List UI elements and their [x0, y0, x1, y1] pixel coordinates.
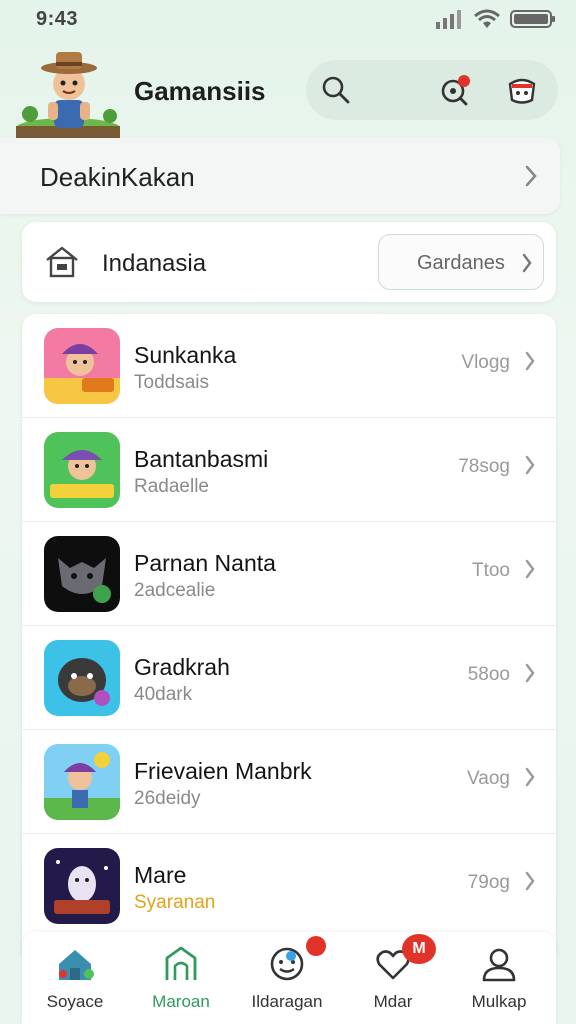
- notification-badge-dot: [306, 936, 326, 956]
- region-select-button[interactable]: Gardanes: [378, 234, 544, 290]
- search-icon: [322, 76, 350, 104]
- chevron-right-icon: [525, 165, 537, 187]
- game-size: Vaog: [467, 768, 510, 789]
- wifi-icon: [474, 9, 500, 28]
- game-subtitle: 2adcealie: [134, 580, 216, 601]
- game-subtitle: Syaranan: [134, 892, 216, 913]
- avatar[interactable]: [14, 46, 122, 138]
- game-subtitle: Toddsais: [134, 372, 209, 393]
- nav-label: Mdar: [373, 992, 413, 1011]
- search-button[interactable]: [316, 70, 356, 110]
- app-title: Gamansiis: [134, 76, 266, 106]
- game-thumbnail-icon: [44, 432, 120, 508]
- chevron-right-icon: [525, 559, 535, 579]
- game-list-item[interactable]: Mare Syaranan 79og: [22, 834, 556, 938]
- chevron-right-icon: [525, 767, 535, 787]
- status-time: 9:43: [36, 8, 79, 30]
- farmer-mascot-icon: [16, 52, 120, 138]
- region-label: Indanasia: [102, 250, 207, 277]
- home-icon: [59, 950, 94, 980]
- game-list-item[interactable]: Parnan Nanta 2adcealie Ttoo: [22, 522, 556, 626]
- game-list: Sunkanka Toddsais Vlogg Bantanbasmi Rada…: [22, 314, 556, 954]
- game-name: Sunkanka: [134, 342, 237, 368]
- game-size: Vlogg: [461, 352, 510, 373]
- region-button-label: Gardanes: [417, 252, 505, 274]
- game-name: Gradkrah: [134, 654, 230, 680]
- nav-label: Maroan: [152, 992, 210, 1011]
- chevron-right-icon: [522, 253, 532, 273]
- nav-item-favorites[interactable]: M Mdar: [340, 932, 446, 1024]
- gift-button[interactable]: [502, 70, 542, 110]
- game-thumbnail-icon: [44, 328, 120, 404]
- store-icon: [46, 246, 78, 278]
- profile-icon: [482, 948, 516, 982]
- barn-icon: [165, 946, 197, 980]
- signal-icon: [436, 10, 461, 29]
- chevron-right-icon: [525, 351, 535, 371]
- game-name: Parnan Nanta: [134, 550, 276, 576]
- nav-item-chat[interactable]: Ildaragan: [234, 932, 340, 1024]
- game-size: Ttoo: [471, 560, 510, 581]
- category-label: DeakinKakan: [40, 162, 195, 192]
- nav-item-profile[interactable]: Mulkap: [446, 932, 552, 1024]
- game-thumbnail-icon: [44, 848, 120, 924]
- nav-label: Soyace: [46, 992, 104, 1011]
- game-name: Frievaien Manbrk: [134, 758, 312, 784]
- game-subtitle: 26deidy: [134, 788, 201, 809]
- game-subtitle: 40dark: [134, 684, 193, 705]
- chevron-right-icon: [525, 455, 535, 475]
- game-size: 79og: [467, 872, 510, 893]
- nav-label: Ildaragan: [251, 992, 323, 1011]
- bottom-nav: Soyace Maroan Ildaragan M Mdar Mulkap: [22, 932, 556, 1024]
- notification-badge: M: [402, 934, 436, 964]
- game-thumbnail-icon: [44, 640, 120, 716]
- game-size: 58oo: [467, 664, 510, 685]
- status-icons: [436, 9, 556, 29]
- nav-item-barn[interactable]: Maroan: [128, 932, 234, 1024]
- header: Gamansiis: [0, 40, 576, 140]
- game-subtitle: Radaelle: [134, 476, 209, 497]
- battery-icon: [510, 10, 555, 28]
- game-list-item[interactable]: Bantanbasmi Radaelle 78sog: [22, 418, 556, 522]
- chevron-right-icon: [525, 871, 535, 891]
- chevron-right-icon: [525, 663, 535, 683]
- game-list-item[interactable]: Gradkrah 40dark 58oo: [22, 626, 556, 730]
- nav-item-home[interactable]: Soyace: [22, 932, 128, 1024]
- game-name: Bantanbasmi: [134, 446, 269, 472]
- game-thumbnail-icon: [44, 536, 120, 612]
- game-name: Mare: [134, 862, 187, 888]
- game-list-item[interactable]: Sunkanka Toddsais Vlogg: [22, 314, 556, 418]
- game-list-item[interactable]: Frievaien Manbrk 26deidy Vaog: [22, 730, 556, 834]
- gift-icon: [508, 78, 536, 104]
- notification-icon: [441, 75, 470, 106]
- region-card: Indanasia Gardanes: [22, 222, 556, 302]
- nav-label: Mulkap: [471, 992, 527, 1011]
- game-size: 78sog: [458, 456, 510, 477]
- status-bar: 9:43: [0, 0, 576, 40]
- notification-button[interactable]: [436, 70, 476, 110]
- game-thumbnail-icon: [44, 744, 120, 820]
- category-row[interactable]: DeakinKakan: [0, 138, 560, 214]
- header-actions: [306, 60, 558, 120]
- chat-icon: [270, 947, 304, 981]
